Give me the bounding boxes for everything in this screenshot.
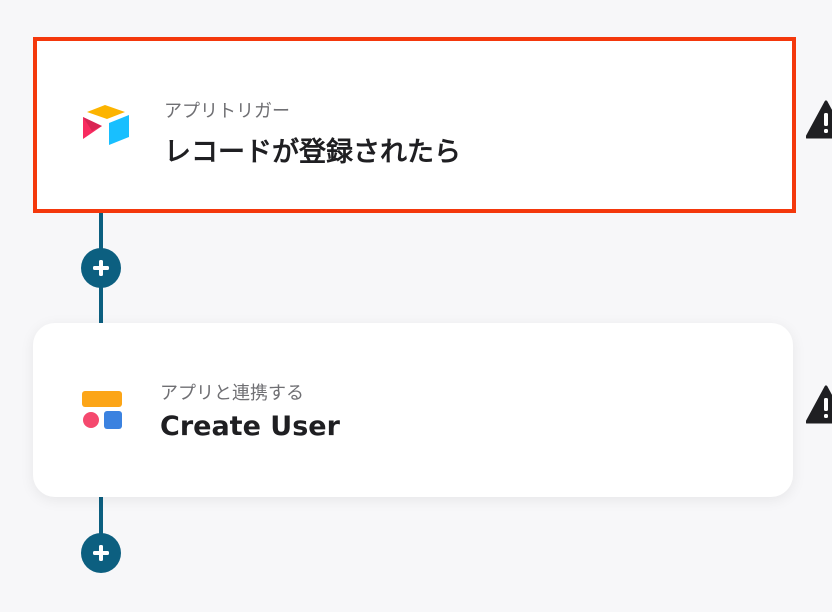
step-type-label: アプリと連携する	[160, 383, 304, 404]
step-title: レコードが登録されたら	[164, 137, 461, 168]
trigger-step-card[interactable]: アプリトリガー レコードが登録されたら	[33, 37, 796, 213]
plus-icon	[93, 260, 109, 276]
warning-icon[interactable]	[805, 385, 832, 425]
add-step-button[interactable]	[81, 248, 121, 288]
step-title: Create User	[160, 411, 340, 442]
step-type-label: アプリトリガー	[164, 101, 290, 122]
plus-icon	[93, 545, 109, 561]
airtable-icon	[79, 99, 135, 155]
add-step-button[interactable]	[81, 533, 121, 573]
app-blocks-icon	[75, 380, 131, 436]
action-step-card[interactable]: アプリと連携する Create User	[33, 323, 793, 497]
warning-icon[interactable]	[805, 100, 832, 140]
